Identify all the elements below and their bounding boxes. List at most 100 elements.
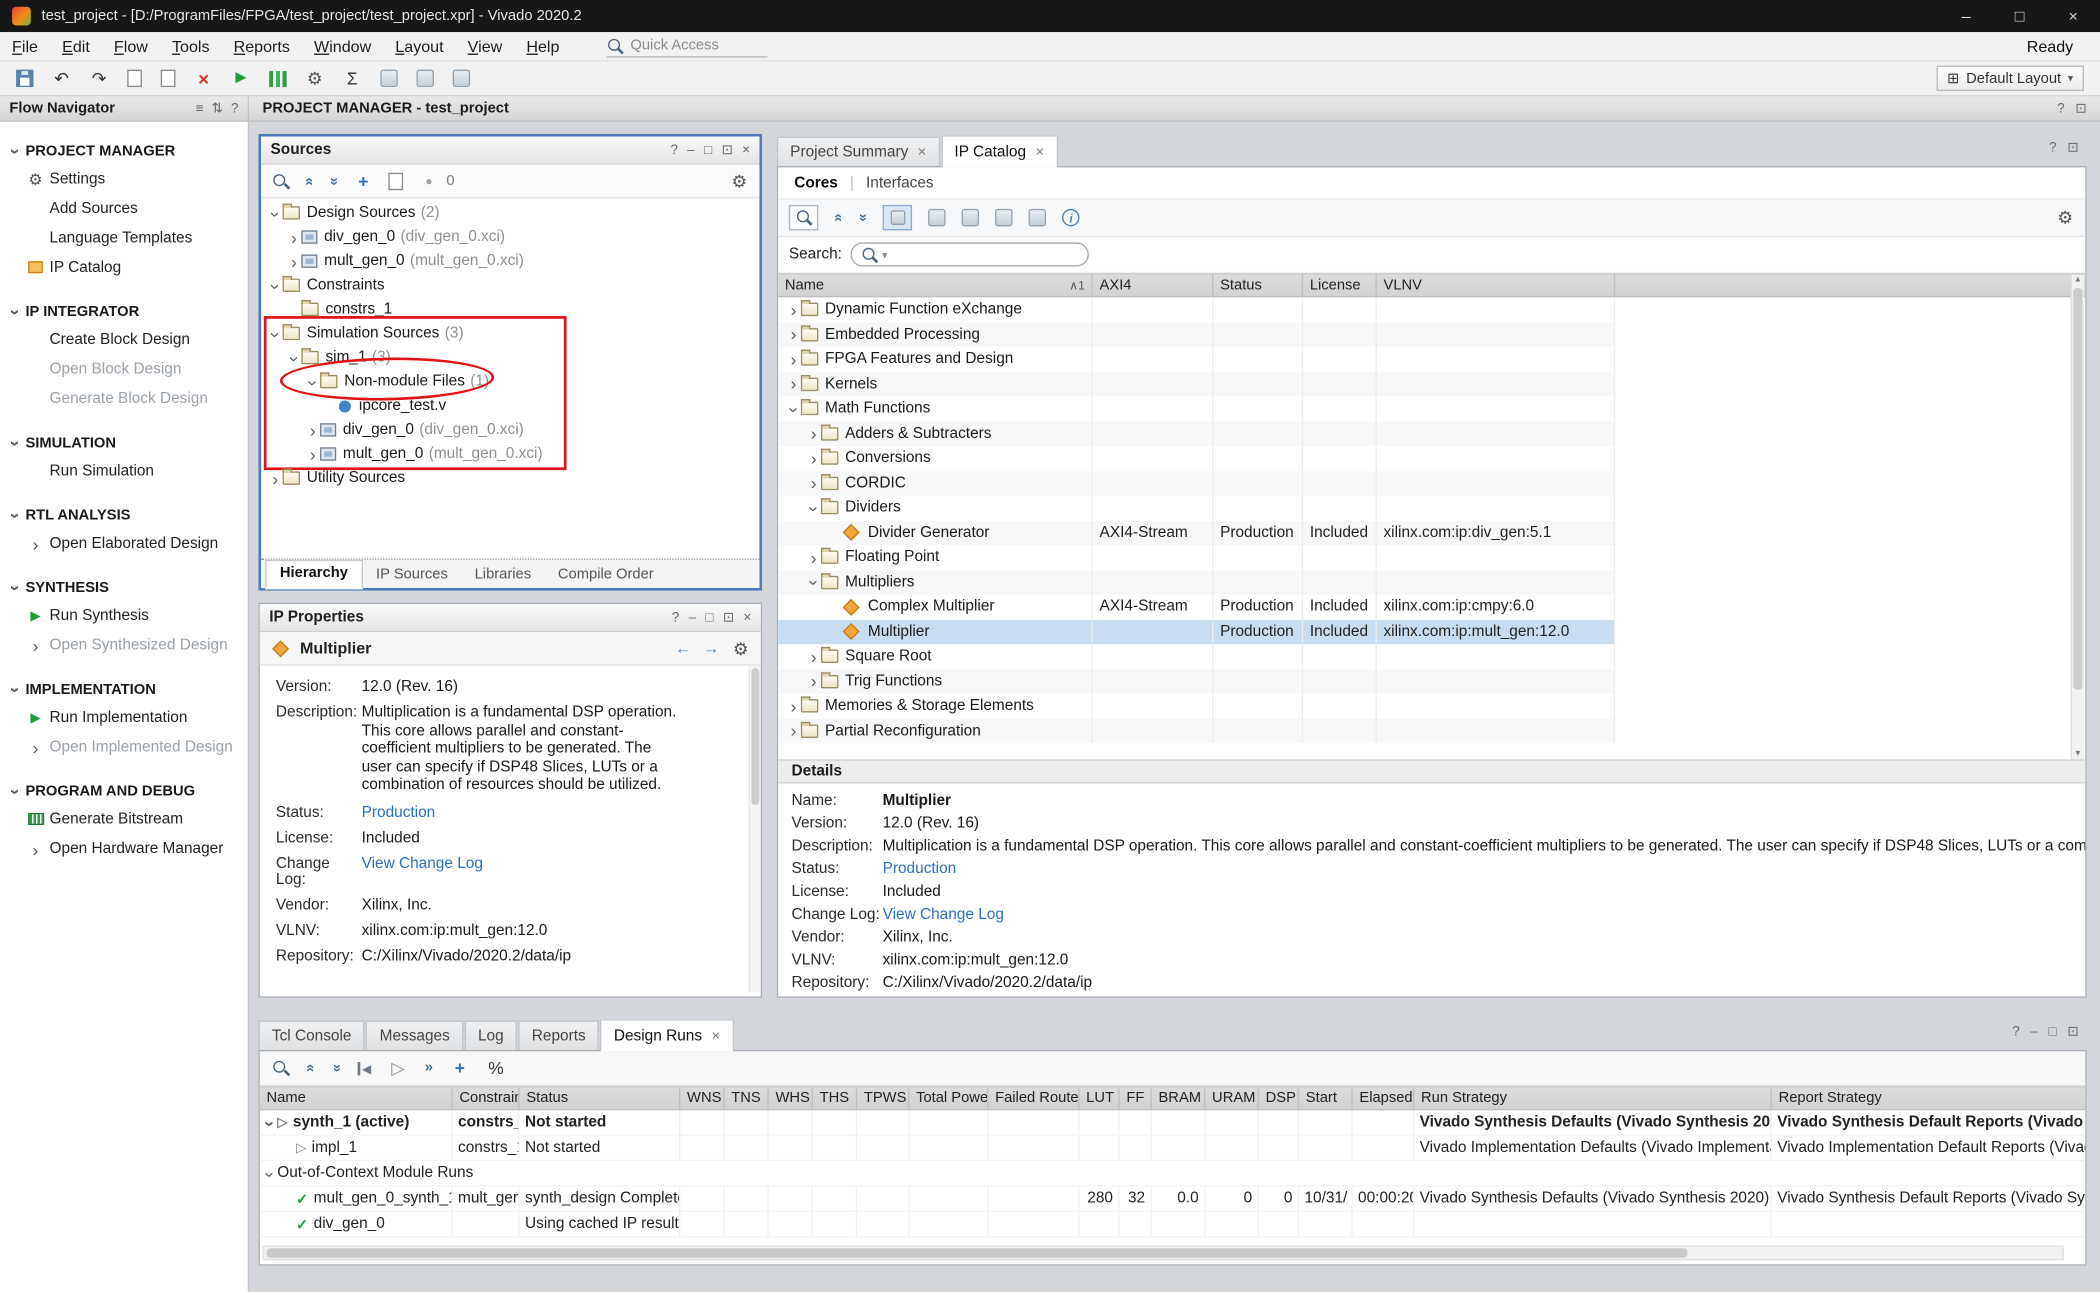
new-file-icon[interactable] (389, 172, 404, 189)
design-run-row-div-gen-0[interactable]: ✓div_gen_0Using cached IP results (260, 1212, 2085, 1237)
source-item-div-gen-0[interactable]: ›div_gen_0(div_gen_0.xci) (261, 418, 759, 442)
float-icon[interactable]: ⊡ (723, 610, 734, 625)
save-icon[interactable] (16, 70, 33, 87)
catalog-row-math-functions[interactable]: ›Math Functions (778, 396, 1615, 421)
tab-ip-sources[interactable]: IP Sources (363, 563, 462, 588)
collapse-all-icon[interactable]: » (303, 1064, 318, 1072)
scroll-up-icon[interactable]: ▲ (2072, 276, 2084, 284)
menu-icon[interactable]: ≡ (196, 101, 204, 116)
maximize-icon[interactable]: □ (2049, 1025, 2057, 1040)
column-header-axi4[interactable]: AXI4 (1093, 275, 1214, 296)
flownav-item-open-implemented-design[interactable]: ›Open Implemented Design (0, 733, 248, 762)
expand-toggle-icon[interactable]: › (287, 252, 302, 269)
ip-settings-icon[interactable] (962, 209, 979, 226)
expand-toggle-icon[interactable]: › (806, 450, 821, 467)
expand-toggle-icon[interactable]: › (786, 351, 801, 368)
scrollbar-horizontal[interactable] (263, 1246, 2064, 1261)
close-tab-icon[interactable]: × (918, 144, 927, 160)
flownav-item-ip-catalog[interactable]: IP Catalog (0, 253, 248, 282)
collapse-all-icon[interactable]: » (831, 214, 846, 222)
help-icon[interactable]: ? (2012, 1025, 2019, 1040)
column-header-license[interactable]: License (1303, 275, 1377, 296)
minimize-icon[interactable]: – (689, 610, 696, 625)
source-item-div-gen-0[interactable]: ›div_gen_0(div_gen_0.xci) (261, 225, 759, 249)
forward-arrow-icon[interactable]: → (703, 639, 719, 658)
column-header-dsp[interactable]: DSP (1259, 1088, 1299, 1109)
flow-section-implementation[interactable]: ›IMPLEMENTATION (0, 675, 248, 703)
gear-icon[interactable]: ⚙ (731, 638, 750, 658)
gear-icon[interactable]: ⚙ (730, 171, 749, 191)
resume-icon[interactable]: » (425, 1061, 433, 1076)
expand-toggle-icon[interactable]: › (262, 1167, 279, 1182)
minimize-icon[interactable]: – (687, 143, 694, 158)
window-maximize-button[interactable]: □ (1993, 0, 2047, 32)
source-item-mult-gen-0[interactable]: ›mult_gen_0(mult_gen_0.xci) (261, 249, 759, 273)
column-header-ff[interactable]: FF (1120, 1088, 1152, 1109)
hierarchy-view-button[interactable] (883, 205, 912, 230)
column-header-lut[interactable]: LUT (1079, 1088, 1119, 1109)
catalog-row-kernels[interactable]: ›Kernels (778, 372, 1615, 397)
edit-icon[interactable] (417, 70, 434, 87)
window-close-button[interactable]: × (2046, 0, 2100, 32)
scrollbar-vertical[interactable] (749, 666, 761, 993)
column-header-elapsed[interactable]: Elapsed (1353, 1088, 1415, 1109)
menu-edit[interactable]: Edit (50, 37, 102, 56)
catalog-row-cordic[interactable]: ›CORDIC (778, 471, 1615, 496)
expand-toggle-icon[interactable]: › (305, 421, 320, 438)
design-run-row-impl-1[interactable]: ▷impl_1constrs_1Not startedVivado Implem… (260, 1136, 2085, 1161)
add-repository-icon[interactable] (928, 209, 945, 226)
flownav-item-run-implementation[interactable]: ▶Run Implementation (0, 703, 248, 732)
catalog-row-square-root[interactable]: ›Square Root (778, 644, 1615, 669)
flownav-item-generate-bitstream[interactable]: Generate Bitstream (0, 805, 248, 834)
timing-icon[interactable] (380, 70, 397, 87)
expand-toggle-icon[interactable]: › (305, 445, 320, 462)
delete-icon[interactable]: × (194, 68, 213, 88)
column-header-vlnv[interactable]: VLNV (1377, 275, 1615, 296)
menu-window[interactable]: Window (302, 37, 383, 56)
expand-toggle-icon[interactable]: › (806, 648, 821, 665)
maximize-icon[interactable]: □ (705, 610, 713, 625)
collapse-all-icon[interactable]: » (302, 177, 317, 185)
catalog-row-trig-functions[interactable]: ›Trig Functions (778, 669, 1615, 694)
column-header-failed-routes[interactable]: Failed Routes (988, 1088, 1079, 1109)
catalog-row-divider-generator[interactable]: Divider GeneratorAXI4-StreamProductionIn… (778, 520, 1615, 545)
expand-toggle-icon[interactable]: › (786, 375, 801, 392)
catalog-row-dividers[interactable]: ›Dividers (778, 496, 1615, 521)
catalog-row-complex-multiplier[interactable]: Complex MultiplierAXI4-StreamProductionI… (778, 595, 1615, 620)
catalog-row-partial-reconfiguration[interactable]: ›Partial Reconfiguration (778, 719, 1615, 744)
catalog-row-multiplier[interactable]: MultiplierProductionIncludedxilinx.com:i… (778, 619, 1615, 644)
source-item-design-sources[interactable]: ›Design Sources(2) (261, 201, 759, 225)
catalog-row-multipliers[interactable]: ›Multipliers (778, 570, 1615, 595)
design-run-row-mult-gen-0-synth-1[interactable]: ✓mult_gen_0_synth_1mult_gen_0synth_desig… (260, 1187, 2085, 1212)
source-item-mult-gen-0[interactable]: ›mult_gen_0(mult_gen_0.xci) (261, 442, 759, 466)
menu-reports[interactable]: Reports (222, 37, 302, 56)
run-step-icon[interactable]: ▷ (389, 1058, 408, 1078)
expand-toggle-icon[interactable]: › (786, 722, 801, 739)
create-run-icon[interactable]: + (450, 1058, 469, 1078)
settings-icon[interactable]: ⚙ (305, 68, 324, 88)
catalog-row-embedded-processing[interactable]: ›Embedded Processing (778, 322, 1615, 347)
scrollbar-thumb[interactable] (751, 668, 759, 805)
close-tab-icon[interactable]: × (1035, 144, 1044, 160)
link-production[interactable]: Production (362, 804, 436, 820)
close-icon[interactable]: × (744, 610, 752, 625)
expand-toggle-icon[interactable]: › (806, 549, 821, 566)
source-item-sim-1[interactable]: ›sim_1(3) (261, 346, 759, 370)
subtab-cores[interactable]: Cores (794, 175, 838, 191)
tab-messages[interactable]: Messages (366, 1021, 463, 1050)
help-icon[interactable]: ? (231, 101, 238, 116)
close-tab-icon[interactable]: × (711, 1028, 720, 1044)
back-arrow-icon[interactable]: ← (675, 639, 691, 658)
add-sources-icon[interactable]: + (354, 171, 373, 191)
ip-properties-header[interactable]: IP Properties ?–□⊡× (260, 604, 761, 632)
expand-toggle-icon[interactable]: › (786, 697, 801, 714)
expand-all-icon[interactable]: » (855, 214, 870, 222)
catalog-row-floating-point[interactable]: ›Floating Point (778, 545, 1615, 570)
flownav-item-add-sources[interactable]: Add Sources (0, 194, 248, 223)
tab-project-summary[interactable]: Project Summary× (777, 137, 940, 166)
expand-toggle-icon[interactable]: › (262, 1116, 279, 1131)
tab-ip-catalog[interactable]: IP Catalog× (941, 135, 1057, 167)
expand-toggle-icon[interactable]: › (806, 474, 821, 491)
flownav-item-run-synthesis[interactable]: ▶Run Synthesis (0, 601, 248, 630)
menu-layout[interactable]: Layout (383, 37, 455, 56)
